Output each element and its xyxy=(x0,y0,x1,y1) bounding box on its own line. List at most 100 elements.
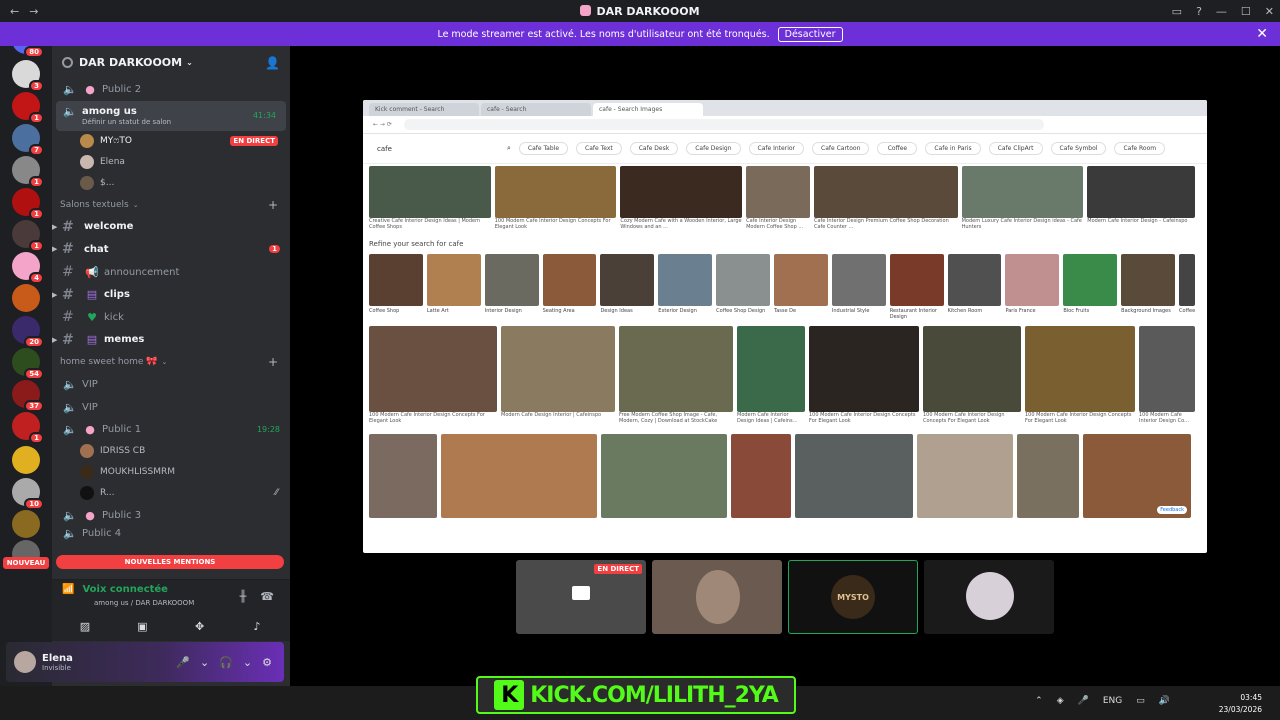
steam-icon[interactable]: ◈ xyxy=(1057,696,1064,706)
voice-channel-public-2[interactable]: 🔈 ● Public 2 xyxy=(52,78,290,101)
username: Elena xyxy=(42,652,73,664)
chevron-down-icon[interactable]: ⌄ xyxy=(243,656,252,669)
volume-icon[interactable]: 🔊 xyxy=(1159,696,1170,706)
result-caption: Cafe Interior Design Modern Coffee Shop … xyxy=(746,218,804,230)
stream-stage: Kick comment - Search cafe - Search cafe… xyxy=(290,46,1280,686)
kick-logo-icon: K xyxy=(494,680,525,710)
refine-label: Interior Design xyxy=(484,308,522,314)
voice-channel-vip[interactable]: 🔈 VIP xyxy=(52,396,290,419)
help-icon[interactable]: ? xyxy=(1196,5,1202,18)
settings-gear-icon[interactable]: ⚙ xyxy=(262,656,272,669)
avatar[interactable] xyxy=(14,651,36,673)
server-icon[interactable]: 1 xyxy=(12,92,44,124)
chevron-down-icon[interactable]: ⌄ xyxy=(200,656,209,669)
server-icon[interactable]: 3 xyxy=(12,60,44,92)
channel-status[interactable]: Définir un statut de salon xyxy=(82,118,171,126)
voice-user[interactable]: MOUKHLISSMRM xyxy=(52,462,290,483)
network-icon[interactable]: ▭ xyxy=(1136,696,1145,706)
streamer-mode-banner: Le mode streamer est activé. Les noms d'… xyxy=(0,22,1280,46)
headset-icon[interactable]: 🎧 xyxy=(219,656,233,669)
voice-user[interactable]: R... ⁄⁄ xyxy=(52,483,290,504)
voice-channel-public-3[interactable]: 🔈 ● Public 3 xyxy=(52,504,290,527)
result-caption: 100 Modern Cafe Interior Design Concepts… xyxy=(369,412,485,424)
category-home[interactable]: home sweet home 🎀 ⌄ + xyxy=(52,351,290,373)
server-icon[interactable]: 1 xyxy=(12,412,44,444)
new-mentions-bar[interactable]: NOUVELLES MENTIONS xyxy=(56,555,284,569)
result-caption: 100 Modern Cafe Interior Design Concepts… xyxy=(1025,412,1132,424)
shared-screen[interactable]: Kick comment - Search cafe - Search cafe… xyxy=(363,100,1207,553)
text-channel-clips[interactable]: ▶ # ▤ clips xyxy=(52,283,290,306)
inbox-icon[interactable]: ▭ xyxy=(1172,5,1182,18)
text-channel-memes[interactable]: ▶ # ▤ memes xyxy=(52,329,290,352)
voice-channel-public-1[interactable]: 🔈 ● Public 1 19:28 xyxy=(52,418,290,441)
category-salons-textuels[interactable]: Salons textuels ⌄ + xyxy=(52,194,290,216)
kick-url: KICK.COM/LILITH_2YA xyxy=(530,682,779,708)
microphone-icon[interactable]: 🎤 xyxy=(1078,696,1089,706)
disable-streamer-button[interactable]: Désactiver xyxy=(777,26,843,42)
text-channel-welcome[interactable]: ▶ # welcome xyxy=(52,216,290,239)
server-icon[interactable]: 10 xyxy=(12,478,44,510)
server-icon[interactable] xyxy=(12,510,40,538)
server-icon[interactable]: 54 xyxy=(12,348,44,380)
stream-thumb-avatar[interactable] xyxy=(924,560,1054,634)
avatar: MYSTO xyxy=(831,575,875,619)
invite-icon[interactable]: 👤 xyxy=(265,56,280,70)
voice-user[interactable]: MYෆTO EN DIRECT xyxy=(52,131,290,152)
disconnect-icon[interactable]: ☎ xyxy=(260,590,274,603)
voice-channel-vip[interactable]: 🔈 VIP xyxy=(52,373,290,396)
close-window-icon[interactable]: ✕ xyxy=(1265,5,1274,18)
voice-user[interactable]: IDRISS CB xyxy=(52,441,290,462)
minimize-icon[interactable]: — xyxy=(1216,5,1227,18)
server-icon[interactable]: 1 xyxy=(12,188,44,220)
channel-label: Public 2 xyxy=(102,83,142,95)
refine-label: Seating Area xyxy=(542,308,575,314)
server-icon[interactable]: 1 xyxy=(12,220,44,252)
speaker-icon: 🔈 xyxy=(63,400,77,414)
clock[interactable]: 03:45 23/03/2026 xyxy=(1219,692,1262,716)
nouveau-badge[interactable]: NOUVEAU xyxy=(3,557,49,569)
server-icon[interactable] xyxy=(12,446,40,474)
voice-user[interactable]: Elena xyxy=(52,152,290,173)
hash-icon: # xyxy=(62,264,74,281)
emoji-icon: ● xyxy=(85,82,95,96)
language-indicator[interactable]: ENG xyxy=(1103,696,1122,706)
text-channel-kick[interactable]: # ♥ kick xyxy=(52,306,290,329)
server-icon[interactable] xyxy=(12,284,40,312)
guild-header[interactable]: DAR DARKOOOM ⌄ 👤 xyxy=(52,46,290,78)
add-channel-icon[interactable]: + xyxy=(268,355,278,369)
server-icon[interactable]: 4 xyxy=(12,252,44,284)
close-banner-icon[interactable]: ✕ xyxy=(1256,26,1268,42)
server-badge: 1 xyxy=(29,112,44,124)
text-channel-announcement[interactable]: # 📢 announcement xyxy=(52,261,290,284)
activities-button[interactable]: ✥ xyxy=(175,616,225,636)
server-icon[interactable]: 20 xyxy=(12,316,44,348)
voice-status[interactable]: Voix connectée xyxy=(82,584,168,595)
filter-chip: Cafe Symbol xyxy=(1050,142,1107,155)
server-icon[interactable]: 37 xyxy=(12,380,44,412)
voice-user[interactable]: $... xyxy=(52,173,290,194)
soundboard-icon[interactable]: ╫ xyxy=(240,590,247,603)
tray-chevron-icon[interactable]: ⌃ xyxy=(1035,696,1043,706)
voice-user-name: $... xyxy=(100,178,115,189)
screen-share-button[interactable]: ▣ xyxy=(117,616,167,636)
stream-thumb-screen[interactable]: EN DIRECT xyxy=(516,560,646,634)
text-channel-chat[interactable]: ▶ # chat 1 xyxy=(52,238,290,261)
server-icon[interactable]: 1 xyxy=(12,156,44,188)
stream-thumb-speaking[interactable]: MYSTO xyxy=(788,560,918,634)
refine-label: Coffee xyxy=(1179,308,1196,314)
server-badge: 4 xyxy=(29,272,44,284)
voice-channel-public-4[interactable]: 🔈 Public 4 xyxy=(52,527,290,541)
hash-icon: # xyxy=(62,286,74,303)
microphone-icon[interactable]: 🎤 xyxy=(176,656,190,669)
stream-thumb-avatar[interactable] xyxy=(652,560,782,634)
image-results: Creative Cafe Interior Design Ideas | Mo… xyxy=(369,166,1195,522)
result-image xyxy=(917,434,1013,518)
camera-off-button[interactable]: ▨ xyxy=(60,616,110,636)
server-icon[interactable]: 7 xyxy=(12,124,44,156)
add-channel-icon[interactable]: + xyxy=(268,198,278,212)
soundboard-button[interactable]: ♪ xyxy=(232,616,282,636)
category-label: Salons textuels xyxy=(60,199,129,210)
search-icon: ⌕ xyxy=(507,144,511,152)
maximize-icon[interactable]: ☐ xyxy=(1241,5,1251,18)
voice-channel-among-us[interactable]: 🔈 among us Définir un statut de salon 41:… xyxy=(56,100,286,131)
